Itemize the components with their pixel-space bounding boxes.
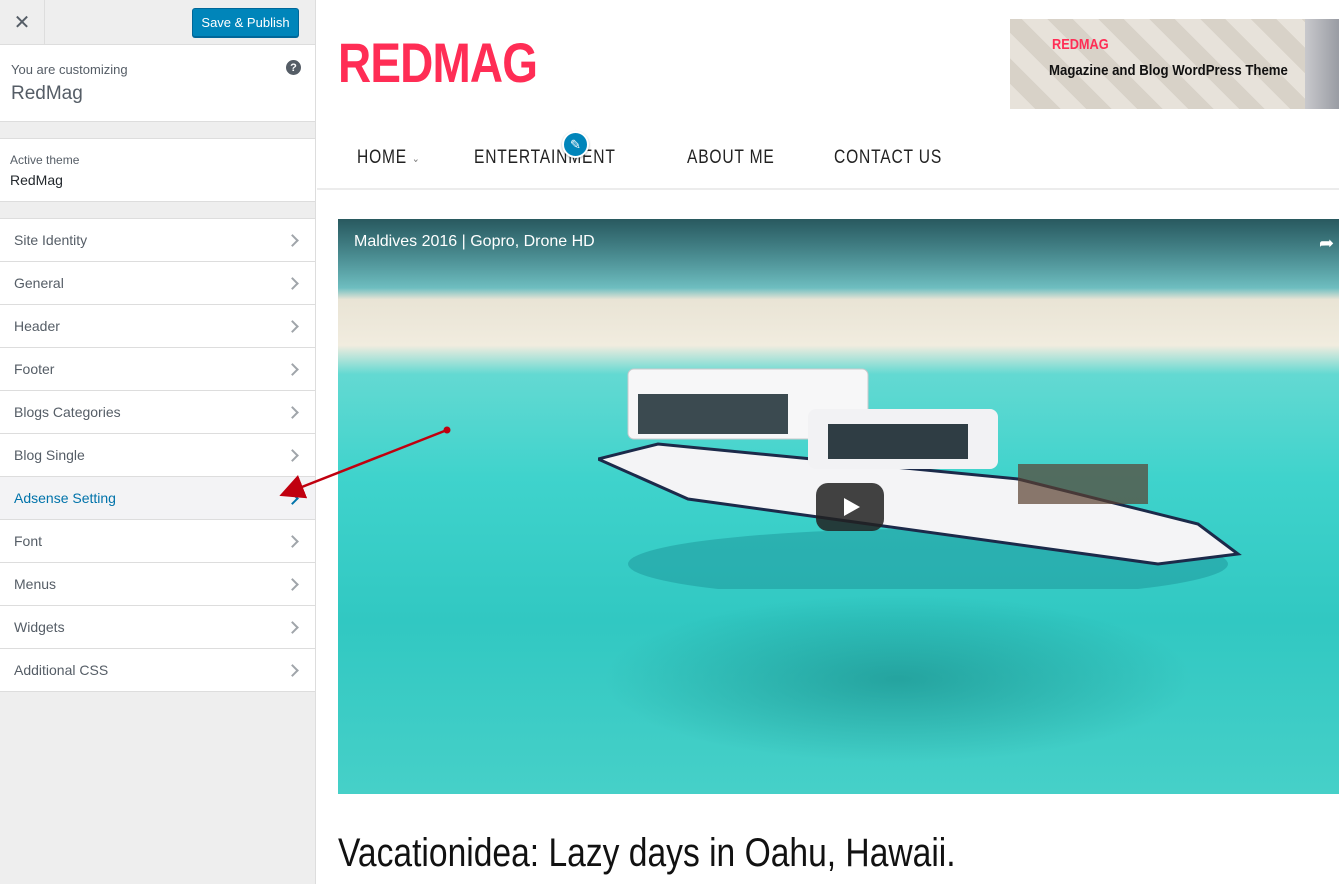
nav-about-me[interactable]: ABOUT ME bbox=[687, 147, 775, 169]
customizer-panel-list: Site Identity General Header Footer Blog… bbox=[0, 218, 315, 692]
video-embed[interactable]: Maldives 2016 | Gopro, Drone HD ➦ bbox=[338, 219, 1339, 794]
panel-menus[interactable]: Menus bbox=[0, 563, 315, 606]
panel-widgets[interactable]: Widgets bbox=[0, 606, 315, 649]
header-ad-banner[interactable]: REDMAG Magazine and Blog WordPress Theme bbox=[1010, 19, 1339, 109]
chevron-right-icon bbox=[286, 362, 299, 376]
customizer-header: ✕ Save & Publish bbox=[0, 0, 315, 45]
panel-site-identity[interactable]: Site Identity bbox=[0, 219, 315, 262]
site-logo[interactable]: REDMAG bbox=[338, 30, 538, 95]
pencil-icon[interactable]: ✎ bbox=[562, 131, 589, 158]
ad-photo bbox=[1305, 19, 1339, 109]
customizing-info: You are customizing RedMag ? bbox=[0, 45, 315, 122]
panel-additional-css[interactable]: Additional CSS bbox=[0, 649, 315, 692]
panel-label: Widgets bbox=[14, 619, 65, 635]
help-icon[interactable]: ? bbox=[286, 60, 301, 75]
chevron-right-icon bbox=[286, 534, 299, 548]
nav-home[interactable]: HOME ⌄ bbox=[357, 147, 420, 169]
panel-footer[interactable]: Footer bbox=[0, 348, 315, 391]
panel-label: Footer bbox=[14, 361, 55, 377]
panel-label: Menus bbox=[14, 576, 57, 592]
panel-label: Header bbox=[14, 318, 60, 334]
active-theme-label: Active theme bbox=[10, 153, 80, 167]
chevron-right-icon bbox=[286, 491, 299, 505]
nav-label: CONTACT US bbox=[833, 147, 942, 168]
site-name: RedMag bbox=[11, 83, 83, 104]
panel-blog-single[interactable]: Blog Single bbox=[0, 434, 315, 477]
video-thumbnail-boat bbox=[598, 368, 1242, 589]
nav-label: ENTERTAINMENT bbox=[474, 147, 616, 168]
video-title[interactable]: Maldives 2016 | Gopro, Drone HD bbox=[354, 233, 595, 251]
close-icon[interactable]: ✕ bbox=[0, 0, 45, 44]
ad-tagline: Magazine and Blog WordPress Theme bbox=[1049, 62, 1288, 79]
chevron-right-icon bbox=[286, 276, 299, 290]
panel-general[interactable]: General bbox=[0, 262, 315, 305]
customizer-sidebar: ✕ Save & Publish You are customizing Red… bbox=[0, 0, 316, 884]
nav-label: ABOUT ME bbox=[686, 147, 775, 168]
nav-contact-us[interactable]: CONTACT US bbox=[834, 147, 942, 169]
panel-label: Site Identity bbox=[14, 232, 88, 248]
ad-brand: REDMAG bbox=[1052, 36, 1109, 53]
chevron-right-icon bbox=[286, 233, 299, 247]
nav-label: HOME bbox=[357, 147, 408, 168]
panel-blogs-categories[interactable]: Blogs Categories bbox=[0, 391, 315, 434]
panel-header[interactable]: Header bbox=[0, 305, 315, 348]
chevron-right-icon bbox=[286, 405, 299, 419]
chevron-right-icon bbox=[286, 448, 299, 462]
panel-label: General bbox=[14, 275, 64, 291]
customizing-label: You are customizing bbox=[11, 62, 128, 77]
site-preview: REDMAG REDMAG Magazine and Blog WordPres… bbox=[317, 0, 1339, 884]
play-icon[interactable] bbox=[816, 483, 884, 531]
panel-adsense-setting[interactable]: Adsense Setting bbox=[0, 477, 315, 520]
active-theme-name: RedMag bbox=[10, 172, 63, 188]
panel-label: Font bbox=[14, 533, 43, 549]
video-title-bar bbox=[338, 219, 1339, 289]
nav-entertainment[interactable]: ENTERTAINMENT bbox=[474, 147, 616, 169]
active-theme-box[interactable]: Active theme RedMag bbox=[0, 138, 315, 202]
chevron-right-icon bbox=[286, 577, 299, 591]
chevron-right-icon bbox=[286, 319, 299, 333]
panel-label: Adsense Setting bbox=[14, 490, 116, 506]
panel-label: Blogs Categories bbox=[14, 404, 121, 420]
chevron-right-icon bbox=[286, 620, 299, 634]
post-title[interactable]: Vacationidea: Lazy days in Oahu, Hawaii. bbox=[338, 831, 956, 876]
panel-label: Blog Single bbox=[14, 447, 85, 463]
main-navigation: HOME ⌄ ENTERTAINMENT ABOUT ME CONTACT US bbox=[317, 128, 1339, 190]
chevron-down-icon: ⌄ bbox=[411, 152, 421, 165]
panel-label: Additional CSS bbox=[14, 662, 109, 678]
save-publish-button[interactable]: Save & Publish bbox=[192, 8, 299, 37]
share-icon[interactable]: ➦ bbox=[1319, 233, 1339, 254]
panel-font[interactable]: Font bbox=[0, 520, 315, 563]
chevron-right-icon bbox=[286, 663, 299, 677]
